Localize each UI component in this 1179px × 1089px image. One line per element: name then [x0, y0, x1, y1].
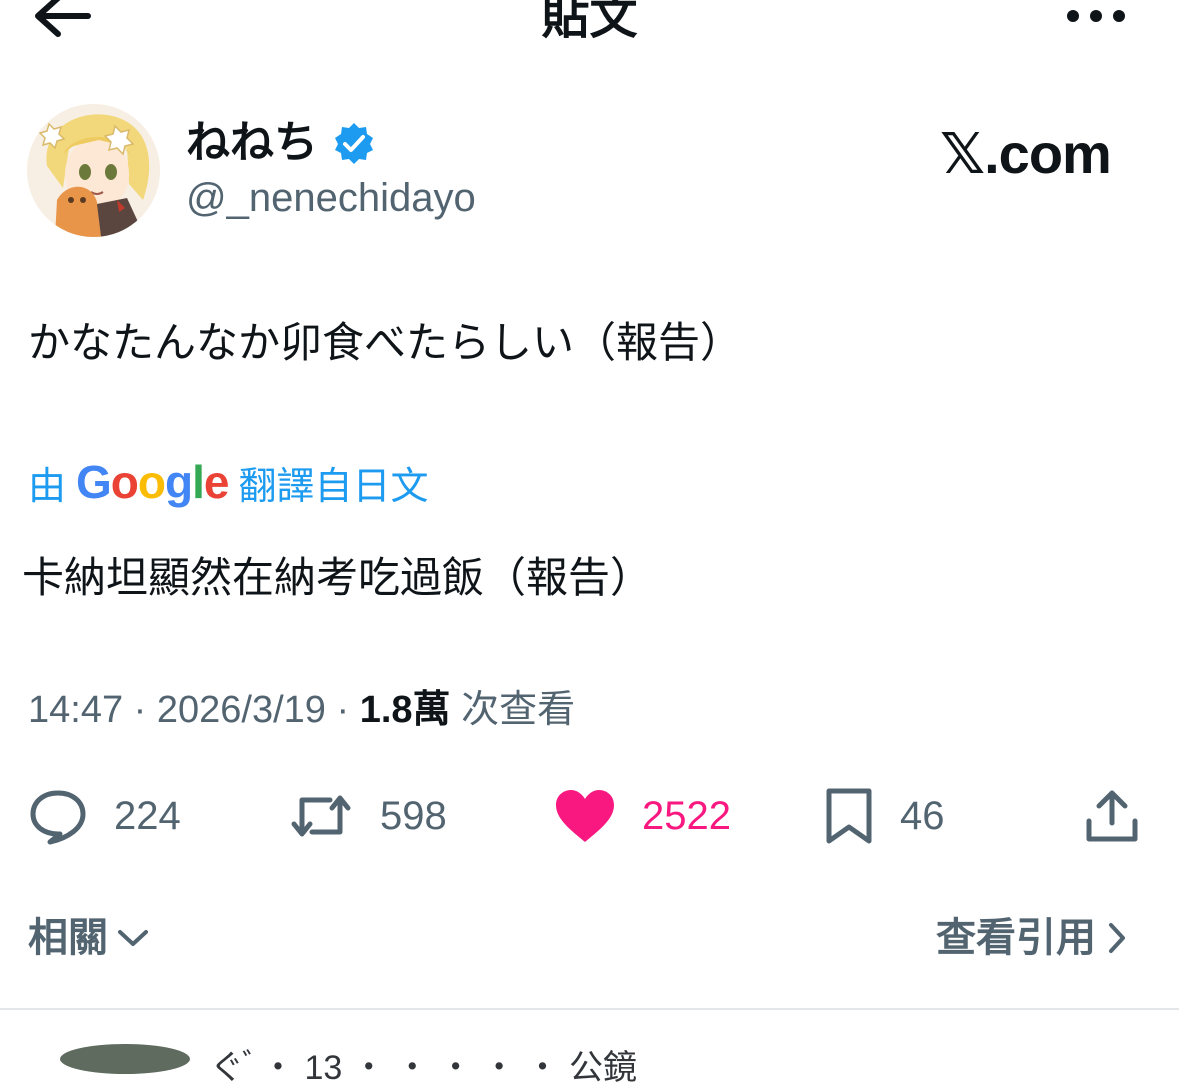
views-label: 次查看 — [461, 689, 576, 731]
next-post-avatar[interactable] — [60, 1044, 190, 1074]
verified-badge-icon — [335, 123, 373, 164]
anime-girl-avatar-icon — [27, 104, 160, 237]
related-toggle[interactable]: 相關 — [28, 910, 150, 966]
more-options-button[interactable] — [1064, 4, 1128, 28]
brand-watermark: 𝕏.com — [940, 122, 1112, 185]
repost-button[interactable]: 598 — [288, 784, 447, 848]
bookmark-button[interactable]: 46 — [824, 784, 945, 848]
more-horizontal-icon — [1067, 10, 1125, 22]
author-handle[interactable]: @_nenechidayo — [186, 172, 476, 224]
reply-icon — [30, 790, 86, 845]
heart-filled-icon — [556, 790, 614, 842]
page-title: 貼文 — [541, 0, 638, 44]
author-name: ねねち — [186, 118, 318, 167]
quotes-label: 查看引用 — [936, 916, 1096, 960]
like-count: 2522 — [642, 793, 731, 838]
view-quotes-link[interactable]: 查看引用 — [936, 910, 1128, 966]
avatar[interactable] — [27, 104, 160, 237]
bookmark-icon — [826, 788, 872, 844]
translation-attribution[interactable]: 由 Google 翻譯自日文 — [28, 452, 429, 512]
chevron-down-icon — [118, 930, 148, 946]
translated-text: 卡納坦顯然在納考吃過飯（報告） — [22, 554, 653, 601]
post-time: 14:47 — [28, 689, 124, 731]
share-icon — [1086, 790, 1138, 842]
post-meta: 14:47 · 2026/3/19 · 1.8萬 次查看 — [28, 689, 576, 731]
post-date: 2026/3/19 — [156, 689, 326, 731]
translate-suffix: 翻譯自日文 — [238, 465, 429, 508]
repost-icon — [291, 795, 351, 837]
author-display-name[interactable]: ねねち — [186, 116, 376, 170]
google-logo: Google — [76, 456, 229, 508]
like-button[interactable]: 2522 — [554, 784, 731, 848]
next-post-peek-text: ぐ ゙ ・ 13 ・ ・ ・ ・ ・ 公鏡 — [210, 1049, 638, 1087]
divider — [0, 1008, 1179, 1010]
bookmark-count: 46 — [900, 793, 945, 838]
reply-button[interactable]: 224 — [28, 784, 181, 848]
reply-count: 224 — [114, 793, 181, 838]
views-count: 1.8萬 — [359, 689, 451, 731]
repost-count: 598 — [380, 793, 447, 838]
related-label: 相關 — [28, 916, 108, 960]
share-button[interactable] — [1084, 784, 1140, 848]
post-text: かなたんなか卯食べたらしい（報告） — [28, 319, 743, 366]
chevron-right-icon — [1109, 923, 1125, 953]
translate-prefix: 由 — [28, 465, 67, 508]
